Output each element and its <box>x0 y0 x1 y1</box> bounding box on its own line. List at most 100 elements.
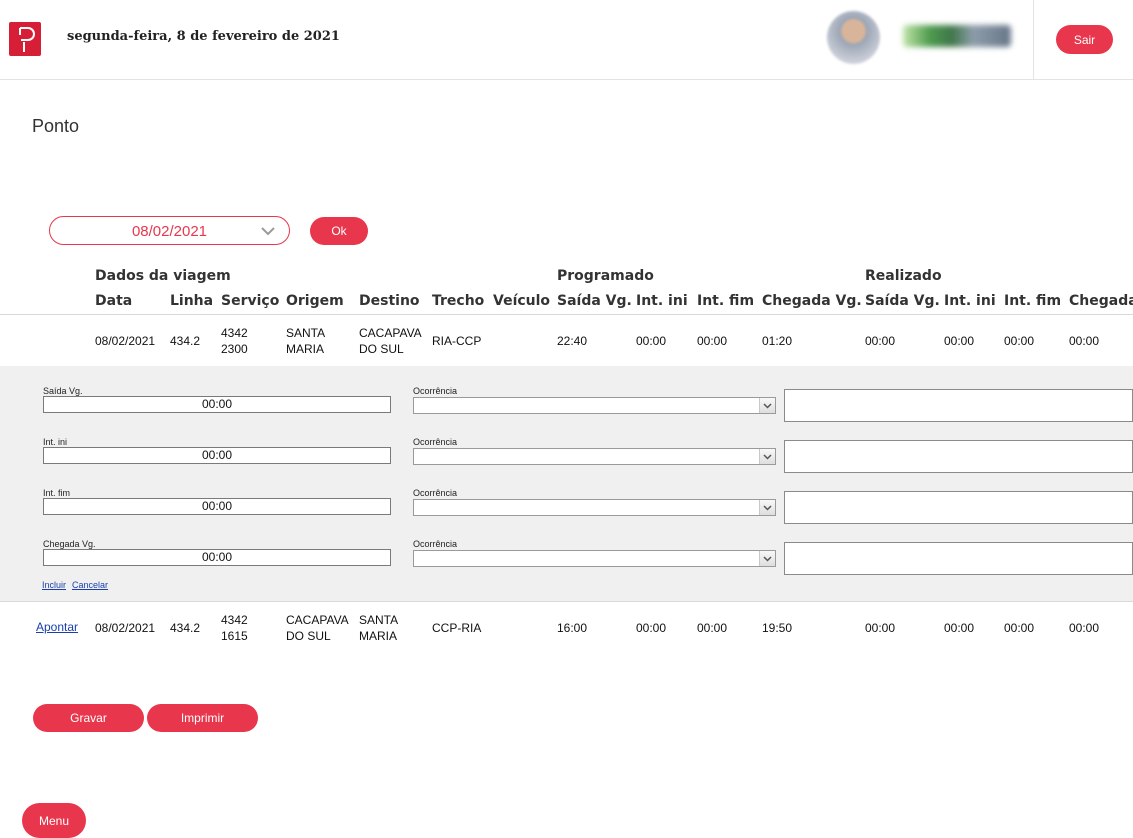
col-linha: Linha <box>170 293 214 309</box>
col-p-int-fim: Int. fim <box>697 293 755 309</box>
apontar-link[interactable]: Apontar <box>36 620 78 634</box>
dropdown-button[interactable] <box>759 449 775 464</box>
int-ini-input[interactable]: 00:00 <box>43 447 391 464</box>
cell-p-int-ini: 00:00 <box>636 621 667 635</box>
table-header-divider <box>0 314 1133 315</box>
col-r-int-ini: Int. ini <box>944 293 996 309</box>
cell-destino-2: DO SUL <box>359 342 404 356</box>
page-title: Ponto <box>32 116 80 136</box>
save-button[interactable]: Gravar <box>33 704 144 732</box>
chevron-down-icon <box>763 505 772 511</box>
col-trecho: Trecho <box>432 293 485 309</box>
cell-servico-2: 1615 <box>221 629 248 643</box>
cell-destino-2: MARIA <box>359 629 398 643</box>
col-veiculo: Veículo <box>493 293 551 309</box>
int-fim-input[interactable]: 00:00 <box>43 498 391 515</box>
cell-r-int-fim: 00:00 <box>1004 621 1035 635</box>
cell-p-int-fim: 00:00 <box>697 621 728 635</box>
occurrence-note-input[interactable] <box>784 440 1133 473</box>
cell-trecho: RIA-CCP <box>432 334 482 348</box>
occurrence-note-input[interactable] <box>784 389 1133 422</box>
dropdown-button[interactable] <box>759 398 775 413</box>
cell-data: 08/02/2021 <box>95 621 156 635</box>
cell-origem-2: DO SUL <box>286 629 331 643</box>
avatar <box>827 11 880 64</box>
int-ini-label: Int. ini <box>43 437 68 447</box>
cell-destino-1: CACAPAVA <box>359 326 422 340</box>
date-select[interactable]: 08/02/2021 <box>49 216 290 245</box>
cell-servico-1: 4342 <box>221 613 248 627</box>
occurrence-label: Ocorrência <box>413 437 458 447</box>
ok-button[interactable]: Ok <box>310 217 368 245</box>
chevron-down-icon <box>261 227 275 236</box>
cell-servico-2: 2300 <box>221 342 248 356</box>
cell-r-saida: 00:00 <box>865 334 896 348</box>
col-r-int-fim: Int. fim <box>1004 293 1062 309</box>
occurrence-label: Ocorrência <box>413 386 458 396</box>
occurrence-select[interactable] <box>413 499 776 516</box>
col-p-saida: Saída Vg. <box>557 293 632 309</box>
date-select-value: 08/02/2021 <box>131 223 208 240</box>
chevron-down-icon <box>763 556 772 562</box>
cell-r-int-ini: 00:00 <box>944 334 975 348</box>
cell-r-chegada: 00:00 <box>1069 621 1100 635</box>
include-link[interactable]: Incluir <box>42 580 66 590</box>
col-servico: Serviço <box>221 293 280 309</box>
cell-p-int-ini: 00:00 <box>636 334 667 348</box>
dropdown-button[interactable] <box>759 551 775 566</box>
group-header-actual: Realizado <box>865 268 942 284</box>
col-r-saida: Saída Vg. <box>865 293 940 309</box>
col-data: Data <box>95 293 133 309</box>
occurrence-select[interactable] <box>413 448 776 465</box>
cell-destino-1: SANTA <box>359 613 399 627</box>
current-date: segunda-feira, 8 de fevereiro de 2021 <box>67 29 340 44</box>
col-origem: Origem <box>286 293 344 309</box>
chegada-input[interactable]: 00:00 <box>43 549 391 566</box>
chevron-down-icon <box>763 403 772 409</box>
cell-r-int-ini: 00:00 <box>944 621 975 635</box>
cell-p-saida: 16:00 <box>557 621 588 635</box>
group-header-scheduled: Programado <box>557 268 654 284</box>
saida-label: Saída Vg. <box>43 386 83 396</box>
row-divider <box>0 601 1133 602</box>
cell-r-chegada: 00:00 <box>1069 334 1100 348</box>
cell-data: 08/02/2021 <box>95 334 156 348</box>
occurrence-label: Ocorrência <box>413 488 458 498</box>
header-divider <box>1033 0 1034 79</box>
cell-linha: 434.2 <box>170 621 201 635</box>
int-fim-label: Int. fim <box>43 488 71 498</box>
occurrence-note-input[interactable] <box>784 491 1133 524</box>
col-r-chegada: Chegada <box>1069 293 1133 309</box>
cell-origem-2: MARIA <box>286 342 325 356</box>
cell-p-int-fim: 00:00 <box>697 334 728 348</box>
menu-button[interactable]: Menu <box>22 803 86 838</box>
cell-p-chegada: 01:20 <box>762 334 793 348</box>
app-logo <box>9 22 41 56</box>
occurrence-label: Ocorrência <box>413 539 458 549</box>
occurrence-select[interactable] <box>413 397 776 414</box>
print-button[interactable]: Imprimir <box>147 704 258 732</box>
cell-r-int-fim: 00:00 <box>1004 334 1035 348</box>
chevron-down-icon <box>763 454 772 460</box>
cell-linha: 434.2 <box>170 334 201 348</box>
company-logo <box>903 25 1011 47</box>
logout-button[interactable]: Sair <box>1056 25 1113 54</box>
col-p-int-ini: Int. ini <box>636 293 688 309</box>
occurrence-note-input[interactable] <box>784 542 1133 575</box>
cell-origem-1: SANTA <box>286 326 326 340</box>
cancel-link[interactable]: Cancelar <box>72 580 108 590</box>
col-destino: Destino <box>359 293 420 309</box>
dropdown-button[interactable] <box>759 500 775 515</box>
cell-servico-1: 4342 <box>221 326 248 340</box>
cell-trecho: CCP-RIA <box>432 621 482 635</box>
top-bar: segunda-feira, 8 de fevereiro de 2021 Sa… <box>0 0 1133 80</box>
cell-origem-1: CACAPAVA <box>286 613 349 627</box>
cell-p-chegada: 19:50 <box>762 621 793 635</box>
occurrence-select[interactable] <box>413 550 776 567</box>
chegada-label: Chegada Vg. <box>43 539 96 549</box>
col-p-chegada: Chegada Vg. <box>762 293 862 309</box>
cell-r-saida: 00:00 <box>865 621 896 635</box>
group-header-trip: Dados da viagem <box>95 268 231 284</box>
cell-p-saida: 22:40 <box>557 334 588 348</box>
saida-input[interactable]: 00:00 <box>43 396 391 413</box>
